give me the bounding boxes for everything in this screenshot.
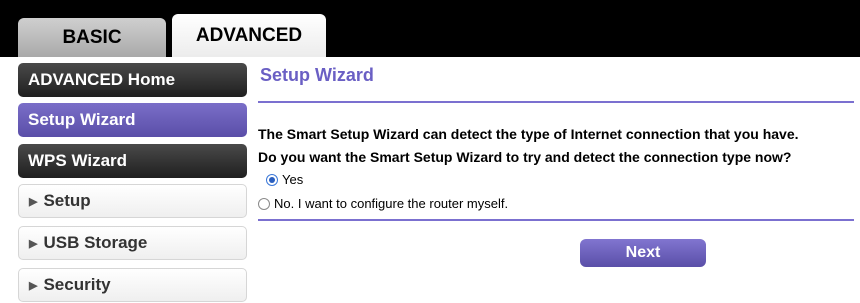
sidebar-item-label: Setup Wizard	[28, 110, 136, 129]
option-label: Yes	[282, 172, 304, 187]
sidebar-item-usb-storage[interactable]: ▶ USB Storage	[18, 226, 247, 260]
top-tab-bar: BASIC ADVANCED	[0, 0, 860, 57]
tab-basic[interactable]: BASIC	[18, 18, 166, 57]
main-content: Setup Wizard The Smart Setup Wizard can …	[258, 57, 860, 303]
triangle-right-icon: ▶	[29, 237, 38, 250]
sidebar-item-security[interactable]: ▶ Security	[18, 268, 247, 302]
sidebar-item-label: Security	[43, 275, 111, 294]
next-button[interactable]: Next	[580, 239, 706, 267]
sidebar-item-setup[interactable]: ▶ Setup	[18, 184, 247, 218]
question-line-2: Do you want the Smart Setup Wizard to tr…	[258, 149, 792, 165]
sidebar-item-advanced-home[interactable]: ADVANCED Home	[18, 63, 247, 97]
tab-advanced[interactable]: ADVANCED	[172, 14, 326, 57]
sidebar-item-label: WPS Wizard	[28, 151, 128, 170]
sidebar-item-label: USB Storage	[43, 233, 148, 252]
option-label: No. I want to configure the router mysel…	[274, 196, 509, 211]
triangle-right-icon: ▶	[29, 279, 38, 292]
page-title: Setup Wizard	[260, 65, 374, 85]
divider	[258, 219, 854, 221]
option-no[interactable]: No. I want to configure the router mysel…	[258, 196, 508, 211]
question-line-1: The Smart Setup Wizard can detect the ty…	[258, 126, 799, 142]
sidebar-item-label: Setup	[43, 191, 91, 210]
sidebar-item-wps-wizard[interactable]: WPS Wizard	[18, 144, 247, 178]
sidebar: ADVANCED Home Setup Wizard WPS Wizard ▶ …	[0, 57, 254, 303]
option-yes[interactable]: Yes	[266, 172, 303, 187]
sidebar-item-label: ADVANCED Home	[28, 70, 176, 89]
divider	[258, 101, 854, 103]
radio-no[interactable]	[258, 197, 270, 210]
sidebar-item-setup-wizard[interactable]: Setup Wizard	[18, 103, 247, 137]
radio-yes[interactable]	[266, 173, 278, 186]
triangle-right-icon: ▶	[29, 195, 38, 208]
